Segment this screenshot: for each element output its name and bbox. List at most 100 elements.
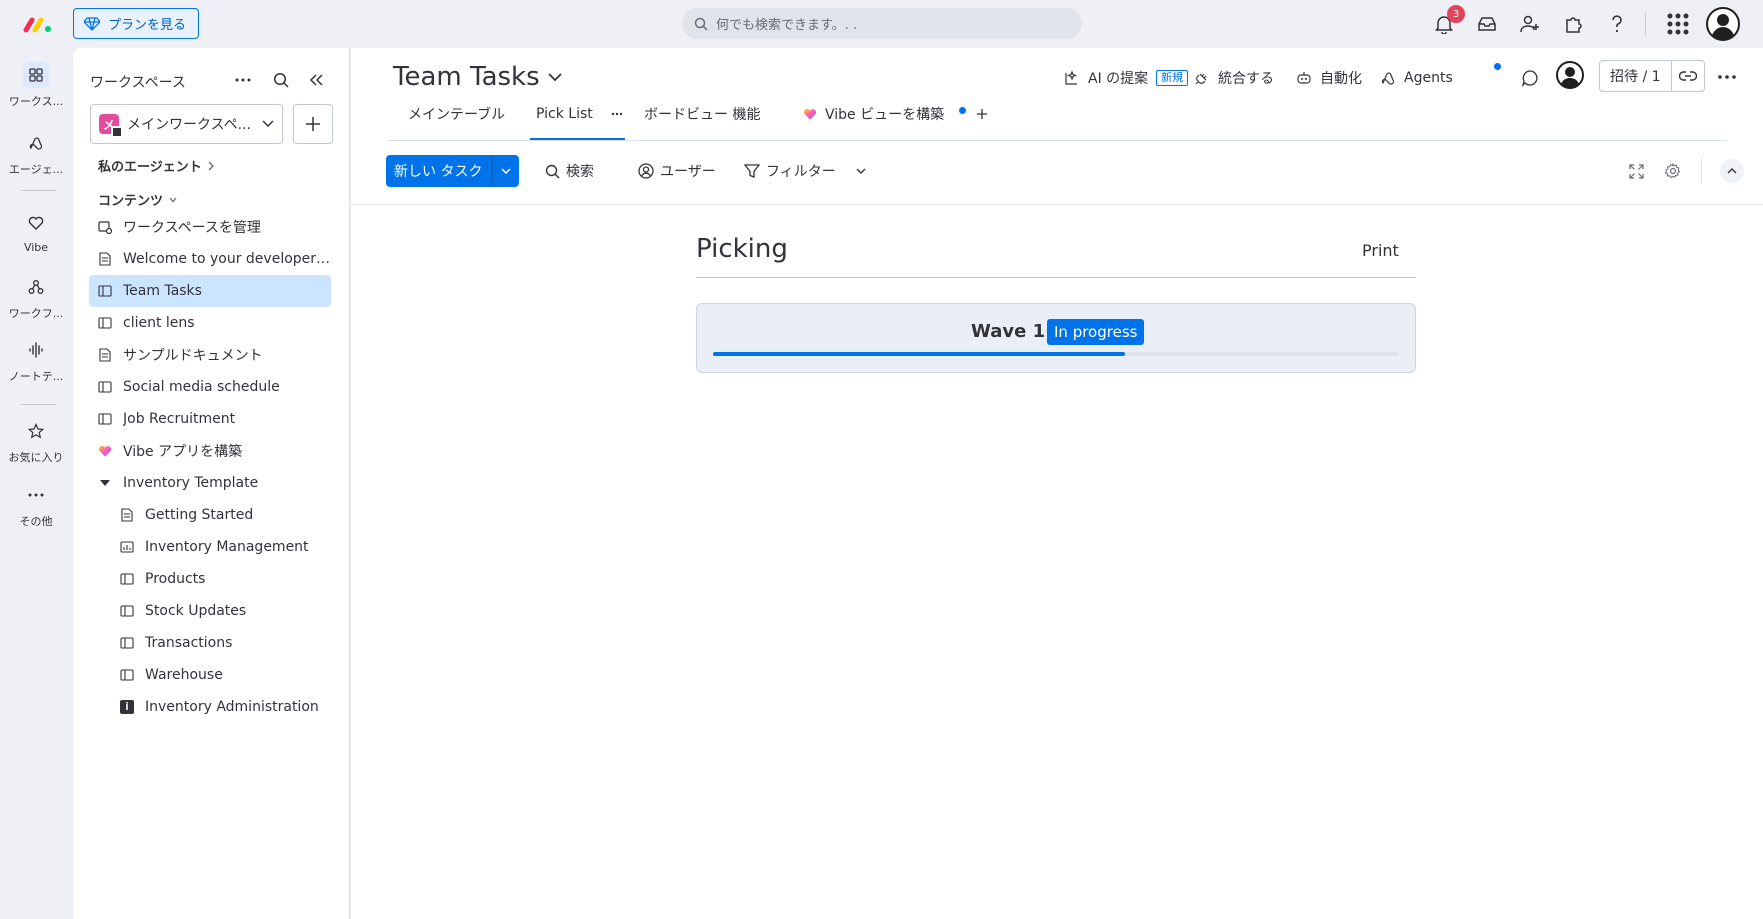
new-task-button[interactable]: 新しい タスク: [386, 155, 520, 187]
print-button[interactable]: Print: [1362, 241, 1399, 260]
rail-more[interactable]: その他: [0, 482, 72, 529]
search-icon: [545, 164, 560, 179]
tab-board-view-feature[interactable]: ボードビュー 機能: [644, 100, 760, 128]
monday-logo-icon[interactable]: [22, 12, 54, 36]
sidebar-options-icon[interactable]: [235, 78, 251, 82]
plug-icon: [1194, 70, 1210, 86]
sidebar-item-transactions[interactable]: Transactions: [111, 627, 331, 659]
sidebar-item-inventory-administration[interactable]: Inventory Administration: [111, 691, 331, 723]
board-icon: [97, 283, 113, 299]
collapse-sidebar-icon[interactable]: [309, 73, 323, 87]
workspace-name: メインワークスペ...: [127, 117, 251, 133]
help-icon[interactable]: [1605, 12, 1629, 36]
sidebar-search-icon[interactable]: [273, 72, 289, 88]
apps-marketplace-icon[interactable]: [1562, 12, 1586, 36]
sidebar-item-stock-updates[interactable]: Stock Updates: [111, 595, 331, 627]
sidebar-item-build-vibe-app[interactable]: Vibe アプリを構築: [89, 435, 331, 467]
chevron-right-icon: [208, 161, 214, 171]
workspace-sidebar: ワークスペース メ メインワークスペ... 私のエージェント コンテンツ ワーク…: [73, 48, 350, 919]
doc-icon: [97, 251, 113, 267]
rail-workspaces[interactable]: ワークス...: [0, 62, 72, 109]
inbox-icon[interactable]: [1475, 12, 1499, 36]
chevron-down-icon[interactable]: [493, 168, 519, 174]
workspaces-grid-icon: [23, 62, 49, 88]
tabs-divider: [387, 140, 1727, 141]
vibe-heart-icon: [23, 210, 49, 236]
board-icon: [119, 571, 135, 587]
add-view-button[interactable]: [977, 100, 987, 128]
chevron-down-icon: [548, 72, 562, 82]
sidebar-item-team-tasks[interactable]: Team Tasks: [89, 275, 331, 307]
board-member-avatar[interactable]: [1556, 61, 1584, 89]
person-filter-button[interactable]: ユーザー: [638, 159, 716, 183]
sidebar-item-social-media[interactable]: Social media schedule: [89, 371, 331, 403]
my-agents-section[interactable]: 私のエージェント: [98, 156, 214, 175]
sidebar-item-warehouse[interactable]: Warehouse: [111, 659, 331, 691]
search-icon: [694, 17, 708, 31]
tab-options-icon[interactable]: [611, 112, 623, 116]
updates-chat-icon[interactable]: [1521, 66, 1539, 90]
sidebar-title: ワークスペース: [90, 75, 186, 91]
board-title[interactable]: Team Tasks: [393, 62, 562, 92]
wave-progress-track: [713, 352, 1399, 356]
main-board-area: Team Tasks AI の提案 新規 統合する 自動化 Agents 招待 …: [351, 48, 1763, 919]
board-icon: [97, 379, 113, 395]
picking-divider: [696, 277, 1416, 278]
board-icon: [119, 603, 135, 619]
collapse-header-icon[interactable]: [1720, 159, 1744, 183]
sidebar-folder-inventory-template[interactable]: Inventory Template: [89, 467, 331, 499]
add-item-button[interactable]: [293, 104, 333, 144]
manage-workspace-icon: [97, 219, 113, 235]
rail-notetaker[interactable]: ノートテ...: [0, 337, 72, 384]
settings-gear-icon[interactable]: [1665, 163, 1681, 179]
rail-workflows[interactable]: ワークフ...: [0, 274, 72, 321]
see-plans-button[interactable]: プランを見る: [73, 8, 200, 39]
fullscreen-icon[interactable]: [1629, 164, 1644, 179]
sidebar-item-welcome-doc[interactable]: Welcome to your developer acc...: [89, 243, 331, 275]
tab-main-table[interactable]: メインテーブル: [408, 100, 505, 128]
tab-pick-list[interactable]: Pick List: [536, 100, 623, 128]
sidebar-item-manage-workspace[interactable]: ワークスペースを管理: [89, 211, 331, 243]
workflows-icon: [23, 274, 49, 300]
chevron-down-icon: [262, 120, 274, 128]
sidebar-item-inventory-management[interactable]: Inventory Management: [111, 531, 331, 563]
filter-funnel-icon: [744, 163, 760, 179]
rail-favorites[interactable]: お気に入り: [0, 418, 72, 465]
board-menu-icon[interactable]: [1718, 75, 1736, 79]
chevron-down-icon[interactable]: [856, 168, 866, 174]
board-search-button[interactable]: 検索: [545, 159, 594, 183]
tab-build-vibe-view[interactable]: Vibe ビューを構築: [803, 100, 944, 128]
sidebar-item-job-recruitment[interactable]: Job Recruitment: [89, 403, 331, 435]
agents-new-indicator: [1494, 63, 1501, 70]
board-icon: [119, 667, 135, 683]
invite-member-icon[interactable]: [1518, 12, 1542, 36]
rail-vibe[interactable]: Vibe: [0, 210, 72, 254]
workspace-selector[interactable]: メ メインワークスペ...: [90, 104, 283, 144]
sidebar-item-products[interactable]: Products: [111, 563, 331, 595]
sidebar-item-client-lens[interactable]: client lens: [89, 307, 331, 339]
workspace-avatar: メ: [99, 114, 123, 138]
rail-agents[interactable]: エージェ...: [0, 130, 72, 177]
wave-status-badge: In progress: [1047, 319, 1145, 345]
filter-button[interactable]: フィルター: [744, 159, 866, 183]
automate-button[interactable]: 自動化: [1296, 66, 1362, 90]
sidebar-item-getting-started[interactable]: Getting Started: [111, 499, 331, 531]
user-avatar[interactable]: [1706, 7, 1740, 41]
sidebar-item-sample-doc[interactable]: サンプルドキュメント: [89, 339, 331, 371]
home-icon: [111, 126, 123, 138]
board-icon: [97, 411, 113, 427]
integrate-button[interactable]: 統合する: [1194, 66, 1274, 90]
toolbar-divider: [1701, 158, 1702, 184]
app-switcher-grid-icon[interactable]: [1665, 12, 1691, 36]
ai-suggestions-button[interactable]: AI の提案 新規: [1064, 66, 1189, 90]
toolbar-divider-line: [351, 204, 1763, 205]
doc-icon: [119, 507, 135, 523]
board-icon: [119, 635, 135, 651]
agents-button[interactable]: Agents: [1380, 66, 1453, 90]
copy-link-icon[interactable]: [1672, 71, 1704, 81]
invite-button[interactable]: 招待 / 1: [1599, 60, 1705, 92]
contents-section[interactable]: コンテンツ: [98, 190, 177, 209]
wave-card[interactable]: Wave 1 In progress: [696, 303, 1416, 373]
wave-name: Wave 1: [971, 321, 1046, 342]
global-search-input[interactable]: 何でも検索できます。. .: [682, 8, 1082, 39]
